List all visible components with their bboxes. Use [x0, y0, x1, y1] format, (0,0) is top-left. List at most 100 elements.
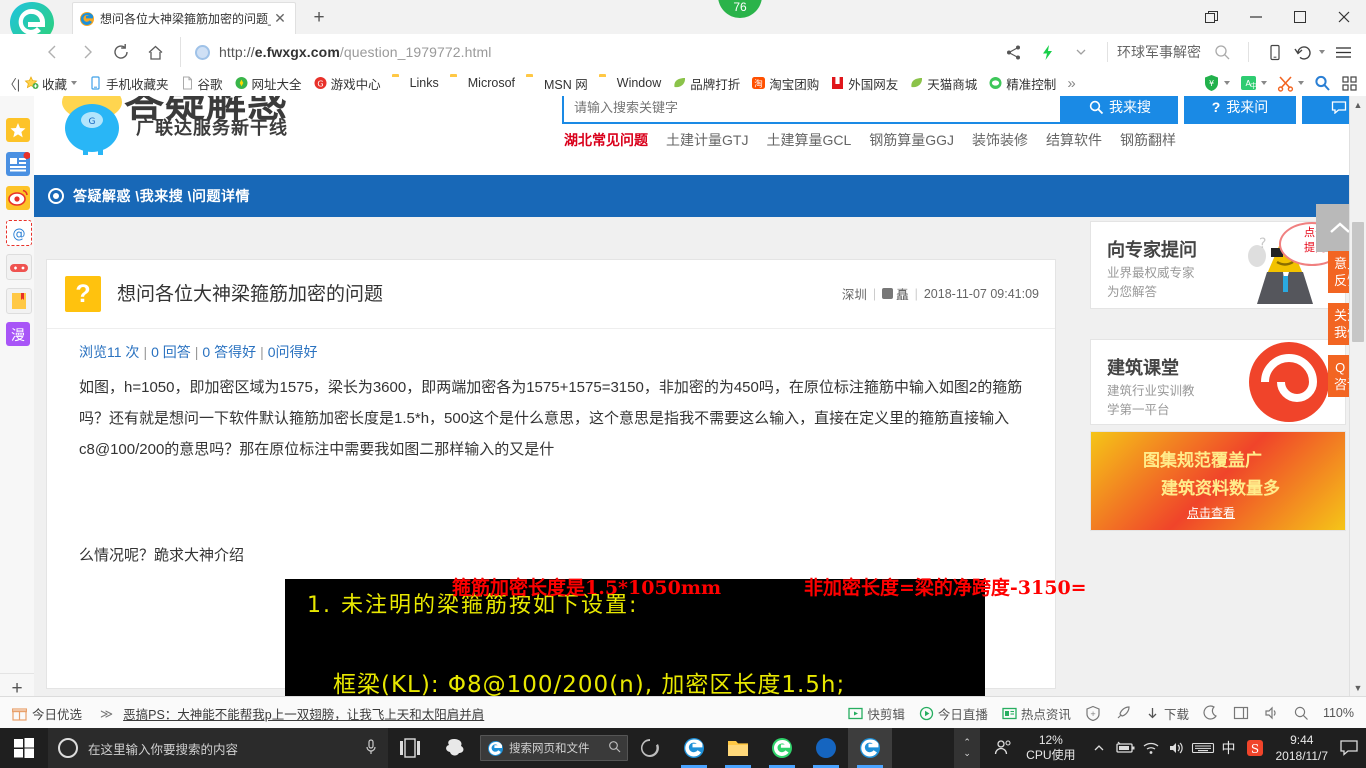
scroll-down-arrow-icon[interactable]: ▼: [1350, 679, 1366, 696]
snipaste-icon[interactable]: S: [1242, 728, 1268, 768]
taskbar-app-blue-circle[interactable]: [804, 728, 848, 768]
quick-clip-button[interactable]: 快剪辑: [848, 704, 905, 723]
scroll-up-arrow-icon[interactable]: ▲: [1350, 96, 1366, 113]
apps-grid-icon[interactable]: [1341, 74, 1358, 92]
new-tab-button[interactable]: +: [306, 6, 332, 30]
ask-expert-card[interactable]: 向专家提问 业界最权威专家 为您解答 ? 点击 提问: [1090, 221, 1346, 309]
nav-tab-ggj[interactable]: 钢筋算量GGJ: [869, 130, 954, 150]
today-picks-button[interactable]: 今日优选: [11, 704, 82, 723]
scrollbar-thumb[interactable]: [1352, 222, 1364, 342]
battery-icon[interactable]: [1112, 728, 1138, 768]
start-button[interactable]: [0, 728, 48, 768]
stat-good-questions[interactable]: 0问得好: [268, 344, 318, 360]
home-button[interactable]: [138, 37, 172, 67]
bookmark-taobao[interactable]: 淘 淘宝团购: [751, 74, 819, 93]
ime-indicator[interactable]: 中: [1216, 728, 1242, 768]
classroom-card[interactable]: 建筑课堂 建筑行业实训教 学第一平台: [1090, 339, 1346, 425]
nav-tab-decoration[interactable]: 装饰装修: [972, 130, 1028, 150]
edge-search-box[interactable]: 搜索网页和文件: [480, 735, 628, 761]
scissors-icon[interactable]: [1277, 74, 1304, 92]
back-button[interactable]: [36, 37, 70, 67]
game-controller-icon[interactable]: [6, 254, 32, 280]
site-search-box[interactable]: [562, 96, 1062, 124]
taskbar-app-ie[interactable]: [672, 728, 716, 768]
zoom-level-label[interactable]: 110%: [1323, 706, 1354, 720]
shield-icon[interactable]: +: [1085, 705, 1101, 721]
nav-tab-rebar[interactable]: 钢筋翻样: [1120, 130, 1176, 150]
share-icon[interactable]: [996, 37, 1030, 67]
taskbar-app-cortana[interactable]: [432, 728, 476, 768]
close-window-button[interactable]: [1322, 0, 1366, 34]
bookmark-brand-discount[interactable]: 品牌打折: [672, 74, 740, 93]
nav-tab-hubei[interactable]: 湖北常见问题: [564, 130, 648, 150]
rocket-icon[interactable]: [1115, 705, 1131, 721]
mobile-view-icon[interactable]: [1258, 37, 1292, 67]
search-button-sou[interactable]: 我来搜: [1062, 96, 1178, 124]
bookmark-window[interactable]: Window: [599, 76, 661, 90]
toolbar-search-text[interactable]: 环球军事解密: [1117, 42, 1201, 62]
taskbar-app-green-browser[interactable]: [760, 728, 804, 768]
news-feed-icon[interactable]: [6, 152, 31, 176]
bookmark-tmall[interactable]: 天猫商城: [909, 74, 977, 93]
menu-icon[interactable]: [1326, 37, 1360, 67]
taskbar-app-explorer[interactable]: [716, 728, 760, 768]
volume-icon[interactable]: [1164, 728, 1190, 768]
banner-cta[interactable]: 点击查看: [1187, 504, 1235, 521]
email-icon[interactable]: @: [6, 220, 32, 246]
search-icon[interactable]: [1205, 37, 1239, 67]
comic-icon[interactable]: 漫: [6, 322, 30, 346]
zoom-search-icon[interactable]: [1293, 705, 1309, 721]
bookmarks-overflow-icon[interactable]: »: [1067, 75, 1075, 92]
address-bar[interactable]: http://e.fwxgx.com/question_1979772.html: [180, 37, 996, 67]
microphone-icon[interactable]: [364, 738, 378, 759]
live-today-button[interactable]: 今日直播: [919, 704, 988, 723]
download-count-badge[interactable]: 76: [718, 0, 762, 18]
page-scrollbar[interactable]: ▲ ▼: [1349, 96, 1366, 696]
restore-down-button[interactable]: [1190, 0, 1234, 34]
bookmark-links[interactable]: Links: [392, 76, 439, 90]
cortana-search-box[interactable]: 在这里输入你要搜索的内容: [48, 728, 388, 768]
yuan-shield-icon[interactable]: ¥: [1203, 74, 1230, 92]
flash-icon[interactable]: [1030, 37, 1064, 67]
bookmark-microsoft[interactable]: Microsof: [450, 76, 515, 90]
history-back-icon[interactable]: [1292, 37, 1326, 67]
bookmark-msn[interactable]: MSN 网: [526, 74, 588, 93]
people-icon[interactable]: [990, 728, 1016, 768]
wifi-icon[interactable]: [1138, 728, 1164, 768]
tab-close-button[interactable]: ✕: [271, 10, 289, 28]
chevron-down-icon[interactable]: [71, 81, 78, 85]
reload-button[interactable]: [104, 37, 138, 67]
moon-icon[interactable]: [1203, 705, 1219, 721]
stat-good-answers[interactable]: 0 答得好: [202, 344, 256, 360]
forward-button[interactable]: [70, 37, 104, 67]
bookmark-book-icon[interactable]: [6, 288, 32, 314]
stat-answers[interactable]: 0 回答: [151, 344, 191, 360]
bookmark-hao123[interactable]: 网址大全: [234, 74, 302, 93]
favorites-star-icon[interactable]: [6, 118, 30, 142]
weibo-icon[interactable]: [6, 186, 30, 210]
search-button-wen[interactable]: ? 我来问: [1184, 96, 1296, 124]
action-center-icon[interactable]: [1336, 728, 1362, 768]
bookmark-google[interactable]: 谷歌: [180, 74, 223, 93]
maximize-button[interactable]: [1278, 0, 1322, 34]
translate-icon[interactable]: A中: [1240, 74, 1267, 92]
task-view-button[interactable]: [388, 728, 432, 768]
promo-banner[interactable]: 图集规范覆盖广 建筑资料数量多 点击查看: [1090, 431, 1346, 531]
bookmark-favorites[interactable]: 收藏: [24, 74, 78, 93]
keyboard-icon[interactable]: [1190, 728, 1216, 768]
site-search-input[interactable]: [564, 96, 1060, 122]
bookmark-mobile[interactable]: 手机收藏夹: [88, 74, 169, 93]
status-expand-icon[interactable]: ≫: [100, 706, 113, 721]
chevron-down-icon[interactable]: [1064, 37, 1098, 67]
tray-scroll-arrows[interactable]: ⌃ ⌄: [954, 728, 981, 768]
bookmarks-scroll-left-icon[interactable]: 〈|: [0, 74, 24, 93]
download-button[interactable]: 下载: [1145, 704, 1189, 723]
bookmark-gamecenter[interactable]: G 游戏中心: [313, 74, 381, 93]
magnifier-icon[interactable]: [1314, 74, 1331, 92]
speaker-icon[interactable]: [1263, 705, 1279, 721]
status-headline-link[interactable]: 恶搞PS：大神能不能帮我p上一双翅膀，让我飞上天和太阳肩并肩: [123, 704, 484, 723]
bookmark-precise-control[interactable]: 精准控制: [988, 74, 1056, 93]
nav-tab-gcl[interactable]: 土建算量GCL: [766, 130, 851, 150]
magnifier-icon[interactable]: [608, 740, 621, 756]
minimize-button[interactable]: [1234, 0, 1278, 34]
